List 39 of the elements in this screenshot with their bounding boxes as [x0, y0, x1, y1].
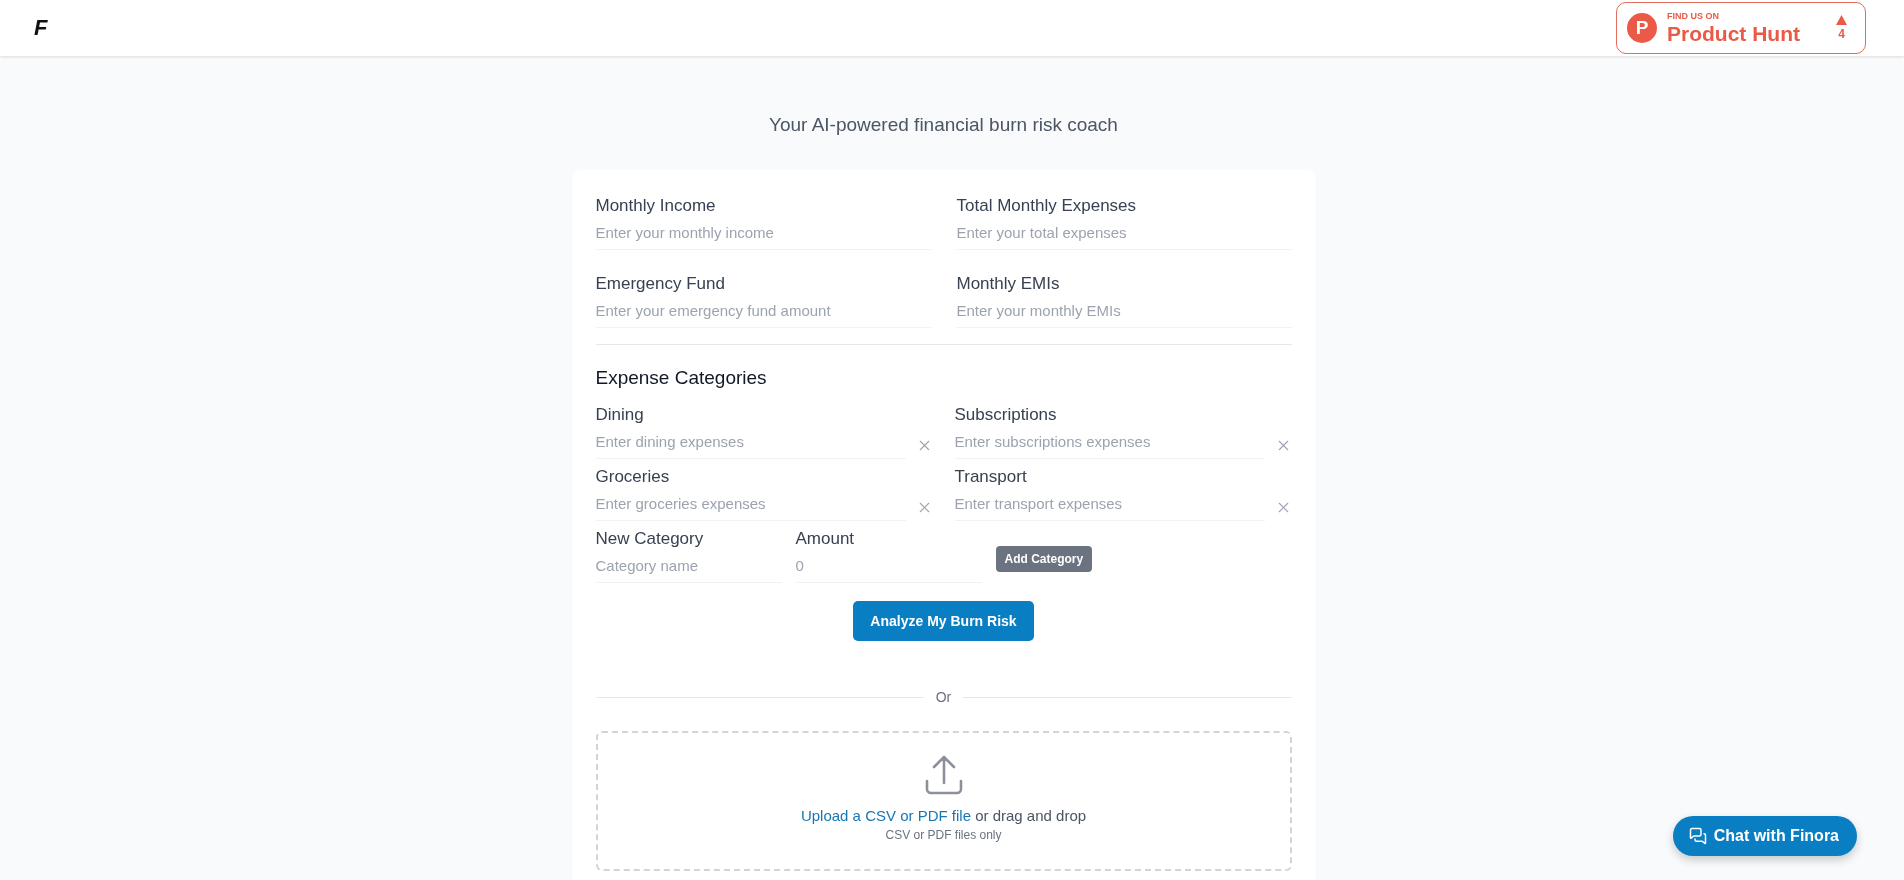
section-title: Expense Categories — [595, 367, 768, 389]
logo[interactable]: F — [34, 15, 47, 41]
divider-text: Or — [935, 689, 952, 705]
input-field[interactable]: Enter dining expenses — [595, 431, 906, 459]
input-field[interactable]: 0 — [795, 555, 982, 583]
input-field[interactable]: Enter transport expenses — [954, 493, 1265, 521]
chat-icon — [1688, 827, 1707, 845]
add-category-button[interactable]: Add Category — [995, 546, 1093, 572]
badge-title: Product Hunt — [1667, 23, 1801, 44]
field-label: Transport — [954, 467, 1028, 487]
product-hunt-badge[interactable]: P FIND US ON Product Hunt 4 — [1616, 2, 1866, 54]
input-field[interactable]: Enter subscriptions expenses — [954, 431, 1265, 459]
subtitle: Your AI-powered financial burn risk coach — [769, 114, 1118, 136]
field-label: Monthly Income — [595, 196, 717, 216]
input-field[interactable]: Enter your monthly income — [595, 222, 931, 250]
field-label: Amount — [795, 529, 856, 549]
upload-dropzone[interactable]: Upload a CSV or PDF file or drag and drop CSV or PDF files only — [595, 731, 1292, 871]
upload-instructions: Upload a CSV or PDF file or drag and drop — [800, 807, 1087, 824]
field-label: Monthly EMIs — [956, 274, 1061, 294]
upload-hint: CSV or PDF files only — [885, 828, 1002, 842]
upload-link[interactable]: Upload a CSV or PDF file — [800, 807, 971, 824]
field-label: Subscriptions — [954, 405, 1058, 425]
field-label: Emergency Fund — [595, 274, 726, 294]
upvote-icon — [1836, 15, 1847, 25]
upload-icon — [924, 755, 963, 795]
field-label: Total Monthly Expenses — [956, 196, 1138, 216]
input-field[interactable]: Enter groceries expenses — [595, 493, 906, 521]
input-field[interactable]: Enter your total expenses — [956, 222, 1292, 250]
badge-eyebrow: FIND US ON — [1667, 12, 1720, 21]
input-field[interactable]: Enter your emergency fund amount — [595, 300, 931, 328]
input-field[interactable]: Category name — [595, 555, 782, 583]
logo-mark: P — [1627, 13, 1657, 43]
field-label: Groceries — [595, 467, 671, 487]
chat-button[interactable]: Chat with Finora — [1672, 816, 1857, 856]
field-label: New Category — [595, 529, 705, 549]
analyze-button[interactable]: Analyze My Burn Risk — [853, 601, 1034, 641]
field-label: Dining — [595, 405, 645, 425]
vote-count: 4 — [1838, 27, 1845, 41]
input-field[interactable]: Enter your monthly EMIs — [956, 300, 1292, 328]
